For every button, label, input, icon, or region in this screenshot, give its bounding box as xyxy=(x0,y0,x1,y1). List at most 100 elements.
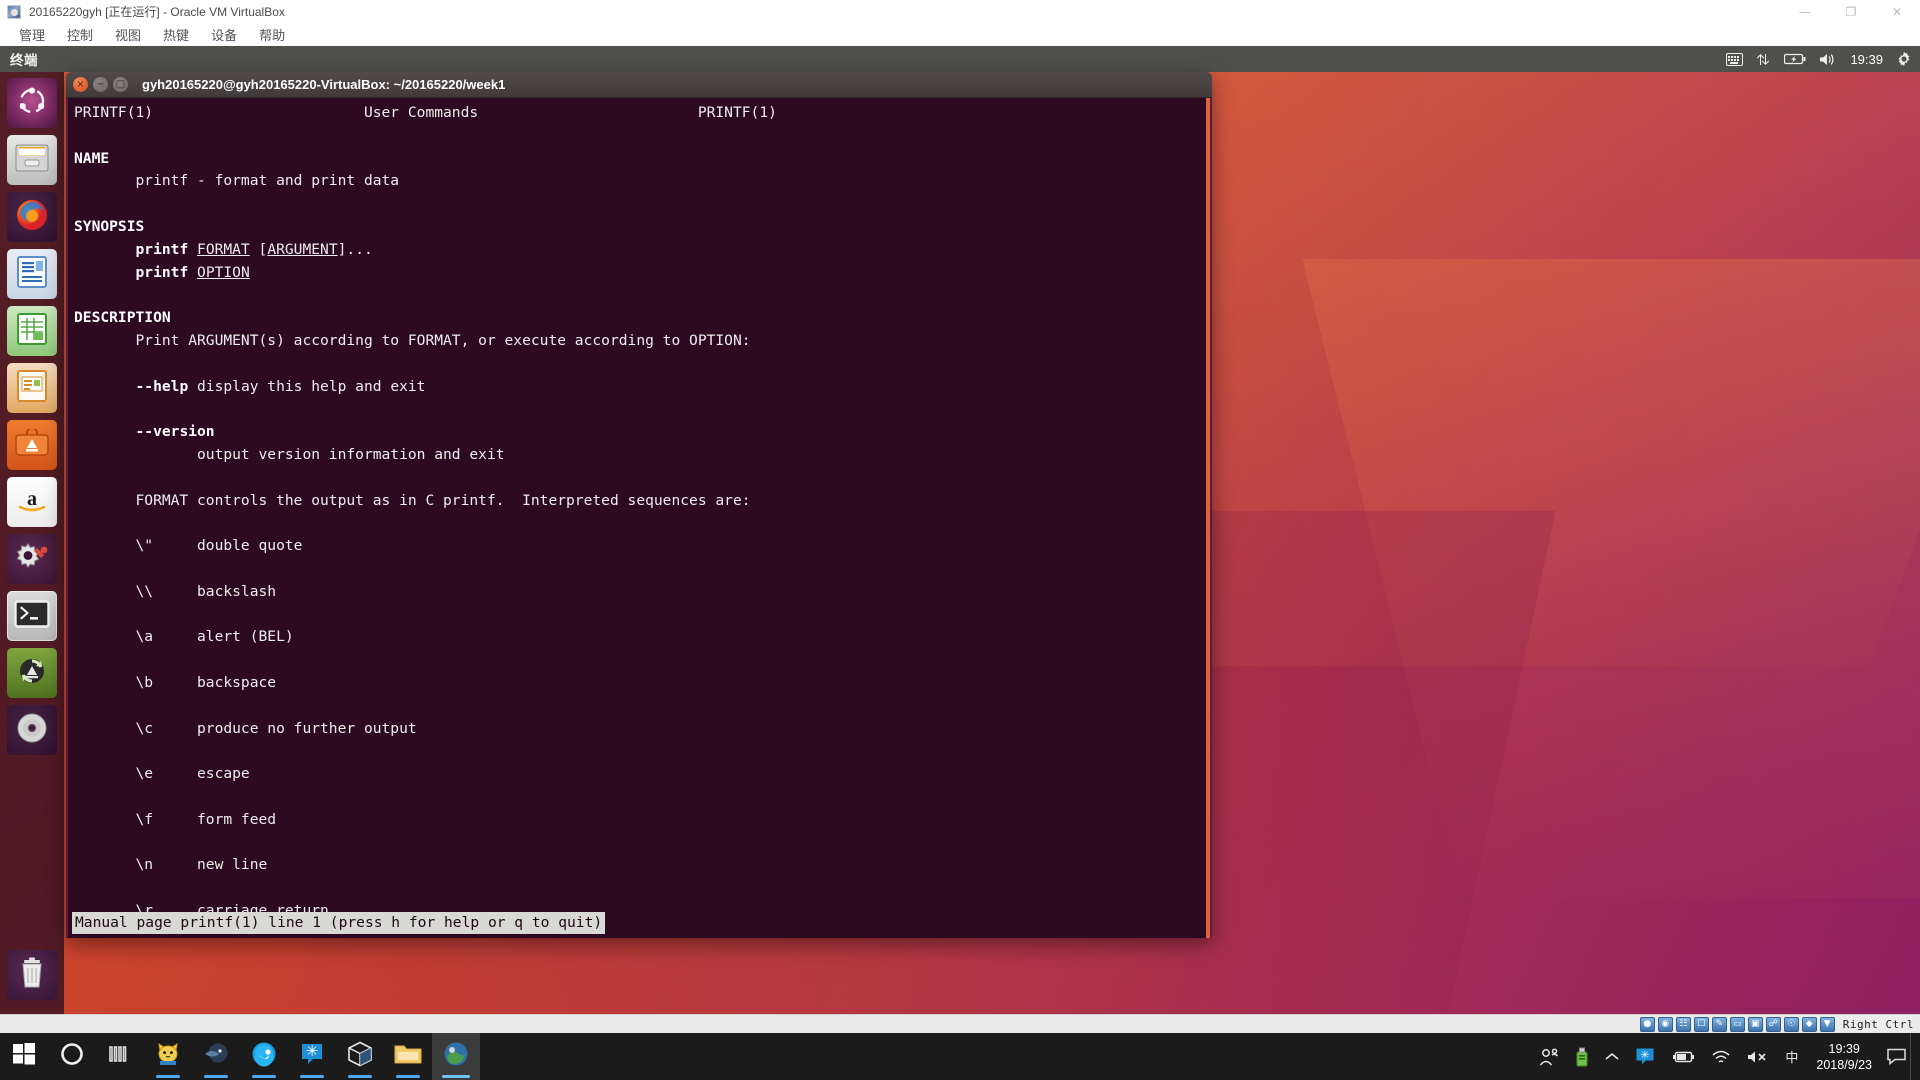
terminal-icon xyxy=(14,599,50,633)
window-controls: — ❐ ✕ xyxy=(1782,0,1920,23)
launcher-item-trash[interactable] xyxy=(7,950,57,1000)
tray-overflow-button[interactable] xyxy=(1597,1033,1627,1080)
system-tray: ✳ 中 19:39 2018/9/23 xyxy=(1531,1033,1920,1080)
virtualbox-statusbar: ● ◉ ☷ ☐ ✎ ▭ ▣ ☍ ☉ ◆ ▼ Right Ctrl xyxy=(0,1014,1920,1033)
terminal-window[interactable]: × − □ gyh20165220@gyh20165220-VirtualBox… xyxy=(66,72,1212,938)
launcher-item-firefox[interactable] xyxy=(7,192,57,242)
taskbar-cortana-button[interactable] xyxy=(48,1033,96,1080)
taskbar-item-star-app[interactable]: ✳ xyxy=(288,1033,336,1080)
virtualbox-vm-icon xyxy=(443,1041,469,1072)
menu-devices[interactable]: 设备 xyxy=(200,23,248,46)
trash-icon xyxy=(17,957,47,994)
taskbar-task-view-button[interactable] xyxy=(96,1033,144,1080)
unity-launcher: a xyxy=(0,72,64,1014)
firefox-icon xyxy=(14,197,50,238)
taskbar-clock[interactable]: 19:39 2018/9/23 xyxy=(1806,1033,1882,1080)
launcher-item-writer[interactable] xyxy=(7,249,57,299)
keyboard-icon[interactable]: ◆ xyxy=(1801,1016,1817,1032)
tray-volume-icon[interactable] xyxy=(1739,1033,1777,1080)
ubuntu-logo-icon xyxy=(17,86,47,121)
mouse-integration-icon[interactable]: ☉ xyxy=(1783,1016,1799,1032)
menu-view[interactable]: 视图 xyxy=(104,23,152,46)
recording-icon[interactable]: ✎ xyxy=(1711,1016,1727,1032)
taskbar-item-virtualbox[interactable] xyxy=(336,1033,384,1080)
host-key-icon[interactable]: ▼ xyxy=(1819,1016,1835,1032)
window-title: 20165220gyh [正在运行] - Oracle VM VirtualBo… xyxy=(29,5,285,19)
taskbar-start-button[interactable] xyxy=(0,1033,48,1080)
terminal-close-button[interactable]: × xyxy=(73,77,88,92)
keyboard-icon[interactable] xyxy=(1726,49,1744,69)
launcher-item-disc[interactable] xyxy=(7,705,57,755)
volume-icon[interactable] xyxy=(1819,49,1837,69)
terminal-maximize-button[interactable]: □ xyxy=(113,77,128,92)
file-manager-icon xyxy=(15,143,49,178)
launcher-item-dash[interactable] xyxy=(7,78,57,128)
windows-taskbar: ✳ ✳ 中 19:39 2018/9/23 xyxy=(0,1033,1920,1080)
svg-text:✳: ✳ xyxy=(1641,1048,1650,1061)
gear-wrench-icon xyxy=(15,541,49,578)
usb-icon[interactable]: ☍ xyxy=(1765,1016,1781,1032)
launcher-item-software[interactable] xyxy=(7,420,57,470)
tray-notification-button[interactable] xyxy=(1882,1033,1910,1080)
tray-usb-icon[interactable] xyxy=(1567,1033,1597,1080)
display-icon[interactable]: ▭ xyxy=(1729,1016,1745,1032)
terminal-scrollbar[interactable] xyxy=(1206,98,1210,938)
man-page-content: PRINTF(1) User Commands PRINTF(1) NAME p… xyxy=(74,104,777,919)
show-desktop-button[interactable] xyxy=(1910,1033,1918,1080)
virtualbox-window: 20165220gyh [正在运行] - Oracle VM VirtualBo… xyxy=(0,0,1920,1033)
shared-folders-icon[interactable]: ☐ xyxy=(1693,1016,1709,1032)
network-icon[interactable] xyxy=(1756,49,1771,69)
launcher-item-terminal[interactable] xyxy=(7,591,57,641)
taskbar-items: ✳ xyxy=(0,1033,480,1080)
launcher-item-updater[interactable] xyxy=(7,648,57,698)
menu-manage[interactable]: 管理 xyxy=(8,23,56,46)
terminal-minimize-button[interactable]: − xyxy=(93,77,108,92)
task-view-icon xyxy=(109,1044,131,1069)
panel-clock[interactable]: 19:39 xyxy=(1850,52,1883,67)
remote-desktop-icon[interactable]: ▣ xyxy=(1747,1016,1763,1032)
tray-ime-icon[interactable]: 中 xyxy=(1777,1033,1806,1080)
menu-hotkey[interactable]: 热键 xyxy=(152,23,200,46)
tray-wifi-icon[interactable] xyxy=(1703,1033,1739,1080)
terminal-titlebar[interactable]: × − □ gyh20165220@gyh20165220-VirtualBox… xyxy=(66,72,1212,98)
restore-button[interactable]: ❐ xyxy=(1828,0,1874,23)
harddisk-icon[interactable]: ● xyxy=(1639,1016,1655,1032)
tray-star-icon[interactable]: ✳ xyxy=(1627,1033,1663,1080)
close-button[interactable]: ✕ xyxy=(1874,0,1920,23)
clock-date: 2018/9/23 xyxy=(1816,1057,1872,1072)
launcher-item-amazon[interactable]: a xyxy=(7,477,57,527)
network-icon[interactable]: ☷ xyxy=(1675,1016,1691,1032)
gear-icon[interactable] xyxy=(1896,49,1912,69)
taskbar-item-qq[interactable] xyxy=(240,1033,288,1080)
launcher-item-settings[interactable] xyxy=(7,534,57,584)
cat-app-icon xyxy=(155,1041,181,1072)
terminal-title: gyh20165220@gyh20165220-VirtualBox: ~/20… xyxy=(142,77,506,92)
virtualbox-icon xyxy=(7,4,21,19)
launcher-item-impress[interactable] xyxy=(7,363,57,413)
taskbar-item-cat-app[interactable] xyxy=(144,1033,192,1080)
launcher-item-calc[interactable] xyxy=(7,306,57,356)
terminal-body[interactable]: PRINTF(1) User Commands PRINTF(1) NAME p… xyxy=(66,98,1212,938)
virtualbox-titlebar: 20165220gyh [正在运行] - Oracle VM VirtualBo… xyxy=(0,0,1920,23)
amazon-icon: a xyxy=(15,486,49,519)
menu-help[interactable]: 帮助 xyxy=(248,23,296,46)
tray-people-icon[interactable] xyxy=(1531,1033,1567,1080)
software-updater-icon xyxy=(15,655,49,692)
optical-disk-icon[interactable]: ◉ xyxy=(1657,1016,1673,1032)
qq-penguin-icon xyxy=(251,1041,277,1072)
taskbar-item-vm-window[interactable] xyxy=(432,1033,480,1080)
battery-icon[interactable] xyxy=(1784,49,1806,69)
virtualbox-cube-icon xyxy=(347,1041,373,1072)
taskbar-item-explorer[interactable] xyxy=(384,1033,432,1080)
minimize-button[interactable]: — xyxy=(1782,0,1828,23)
menu-control[interactable]: 控制 xyxy=(56,23,104,46)
software-center-icon xyxy=(15,426,49,462)
optical-disc-icon xyxy=(16,712,48,749)
host-key-label: Right Ctrl xyxy=(1842,1017,1914,1031)
clock-time: 19:39 xyxy=(1828,1041,1860,1056)
launcher-item-files[interactable] xyxy=(7,135,57,185)
tray-battery-icon[interactable] xyxy=(1663,1033,1703,1080)
taskbar-item-bird-app[interactable] xyxy=(192,1033,240,1080)
panel-indicators: 19:39 xyxy=(1726,49,1920,69)
panel-app-title[interactable]: 终端 xyxy=(10,49,38,69)
